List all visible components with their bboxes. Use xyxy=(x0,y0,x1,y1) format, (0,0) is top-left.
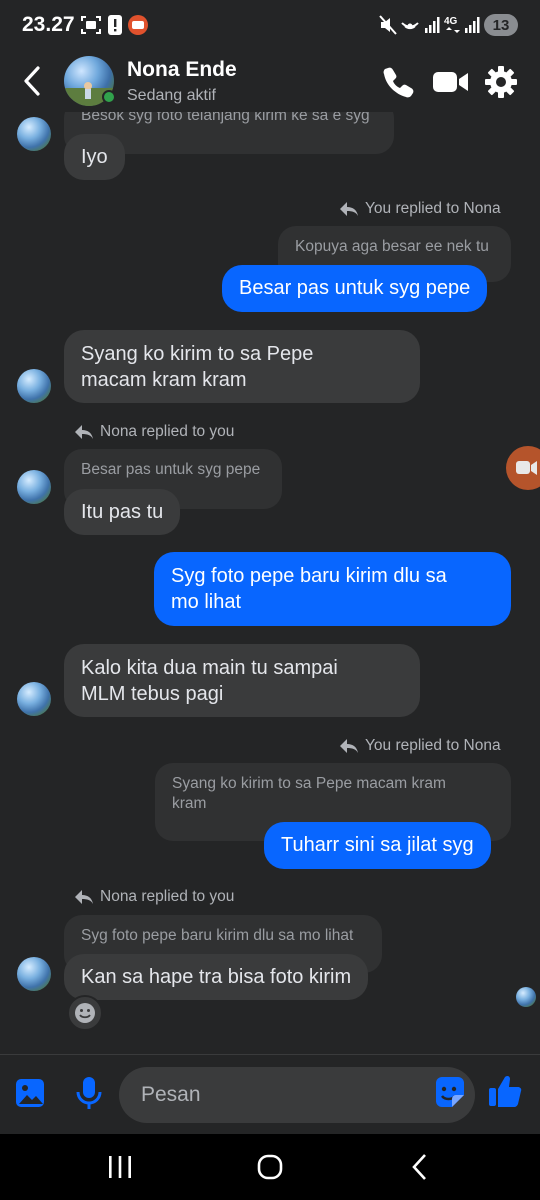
quote-line: Syang ko kirim to sa Pepe macam kram xyxy=(172,775,446,792)
contact-avatar-small[interactable] xyxy=(17,117,51,151)
message-line: MLM tebus pagi xyxy=(81,683,224,705)
sticker-icon[interactable] xyxy=(432,1075,468,1111)
message-line: Syang ko kirim to sa Pepe xyxy=(81,343,314,365)
reply-indicator-text: You replied to Nona xyxy=(365,200,501,217)
back-arrow-icon[interactable] xyxy=(18,64,48,98)
reply-indicator-text: Nona replied to you xyxy=(100,888,235,905)
hotspot-icon xyxy=(401,22,419,30)
incoming-message[interactable]: Iyo xyxy=(64,134,125,180)
gear-icon[interactable] xyxy=(483,64,519,100)
contact-avatar-small[interactable] xyxy=(17,957,51,991)
alert-icon xyxy=(108,15,122,35)
recorder-icon xyxy=(128,15,148,35)
reply-arrow-icon xyxy=(75,425,93,439)
online-indicator xyxy=(102,90,116,104)
reply-indicator-text: You replied to Nona xyxy=(365,737,501,754)
reply-arrow-icon xyxy=(75,890,93,904)
outgoing-message[interactable]: Besar pas untuk syg pepe xyxy=(222,265,488,312)
image-icon[interactable] xyxy=(14,1075,46,1111)
home-icon[interactable] xyxy=(255,1152,285,1182)
seen-indicator-avatar xyxy=(516,987,536,1007)
battery-indicator: 13 xyxy=(484,14,518,36)
phone-icon[interactable] xyxy=(380,64,416,100)
smiley-icon[interactable] xyxy=(67,995,103,1031)
reply-indicator: You replied to Nona xyxy=(339,737,501,755)
contact-avatar-small[interactable] xyxy=(17,470,51,504)
contact-name[interactable]: Nona Ende xyxy=(127,58,237,82)
screenshot-icon xyxy=(81,16,101,34)
reply-arrow-icon xyxy=(340,739,358,753)
message-thread[interactable]: Besok syg foto telanjang kirim ke sa e s… xyxy=(0,112,540,1054)
contact-status: Sedang aktif xyxy=(127,87,216,104)
message-line: Kalo kita dua main tu sampai xyxy=(81,657,338,679)
thumbs-up-icon[interactable] xyxy=(487,1073,523,1109)
message-input[interactable] xyxy=(119,1067,475,1123)
status-bar: 23.27 4G 13 xyxy=(0,0,540,50)
message-line: mo lihat xyxy=(171,591,242,613)
contact-avatar-small[interactable] xyxy=(17,682,51,716)
reply-indicator-text: Nona replied to you xyxy=(100,423,235,440)
message-line: Syg foto pepe baru kirim dlu sa xyxy=(171,565,447,587)
message-composer xyxy=(0,1054,540,1134)
quote-line: kram xyxy=(172,795,207,812)
reply-indicator: You replied to Nona xyxy=(339,200,501,218)
outgoing-message[interactable]: Tuharr sini sa jilat syg xyxy=(264,822,491,869)
mute-icon xyxy=(379,15,397,35)
chat-header: Nona Ende Sedang aktif xyxy=(0,50,540,112)
signal-icon xyxy=(425,17,440,33)
incoming-message[interactable]: Syang ko kirim to sa Pepe macam kram kra… xyxy=(64,330,420,403)
reply-indicator: Nona replied to you xyxy=(74,423,234,441)
outgoing-message[interactable]: Syg foto pepe baru kirim dlu sa mo lihat xyxy=(154,552,511,626)
lte-icon: 4G xyxy=(444,16,460,33)
signal-icon-2 xyxy=(465,17,480,33)
video-camera-icon[interactable] xyxy=(432,64,470,100)
floating-video-bubble[interactable] xyxy=(506,446,540,490)
reply-indicator: Nona replied to you xyxy=(74,888,234,906)
recent-apps-icon[interactable] xyxy=(105,1152,135,1182)
system-navigation-bar xyxy=(0,1134,540,1200)
microphone-icon[interactable] xyxy=(74,1075,104,1111)
status-time: 23.27 xyxy=(22,13,75,36)
incoming-message[interactable]: Itu pas tu xyxy=(64,489,181,535)
back-nav-icon[interactable] xyxy=(405,1152,435,1182)
contact-avatar-small[interactable] xyxy=(17,369,51,403)
incoming-message[interactable]: Kalo kita dua main tu sampai MLM tebus p… xyxy=(64,644,420,717)
incoming-message[interactable]: Kan sa hape tra bisa foto kirim xyxy=(64,954,369,1000)
message-line: macam kram kram xyxy=(81,369,247,391)
reply-arrow-icon xyxy=(340,202,358,216)
svg-text:4G: 4G xyxy=(444,16,458,27)
